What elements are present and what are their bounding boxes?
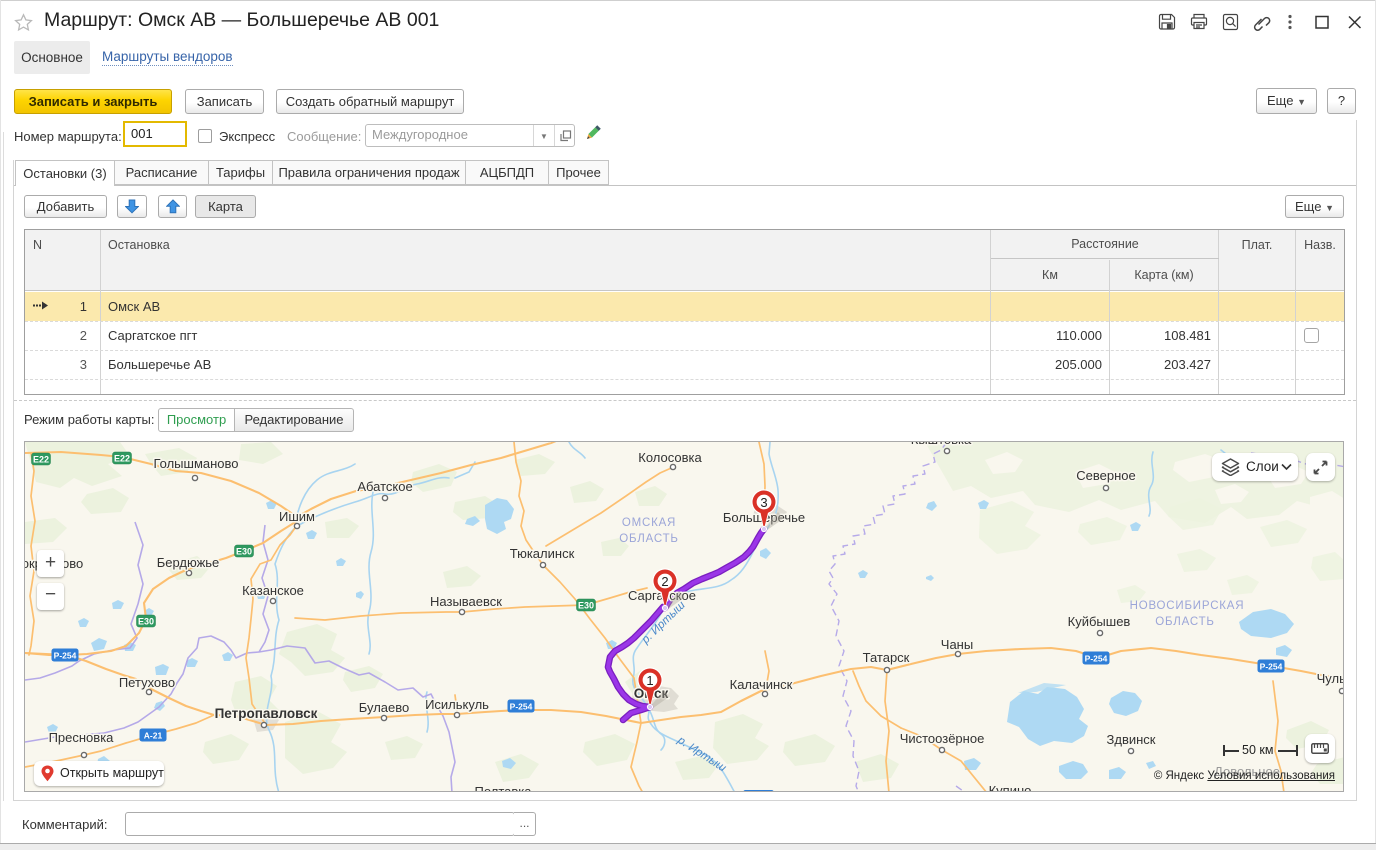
svg-text:ОБЛАСТЬ: ОБЛАСТЬ xyxy=(619,533,679,545)
svg-text:Р-254: Р-254 xyxy=(54,651,77,661)
svg-text:Полтавка: Полтавка xyxy=(474,784,532,792)
svg-text:Р-254: Р-254 xyxy=(1260,662,1283,672)
svg-text:E22: E22 xyxy=(114,454,130,464)
svg-text:Калачинск: Калачинск xyxy=(730,677,793,692)
svg-text:ОБЛАСТЬ: ОБЛАСТЬ xyxy=(1155,616,1215,628)
svg-text:Булаево: Булаево xyxy=(359,700,410,715)
svg-text:2: 2 xyxy=(661,574,668,589)
svg-text:Северное: Северное xyxy=(1076,468,1135,483)
svg-text:Чулым: Чулым xyxy=(1317,671,1344,686)
svg-text:А-21: А-21 xyxy=(144,731,163,741)
svg-text:Здвинск: Здвинск xyxy=(1107,732,1156,747)
svg-text:Абатское: Абатское xyxy=(357,479,412,494)
svg-text:Голышманово: Голышманово xyxy=(153,456,238,471)
svg-text:1: 1 xyxy=(646,673,653,688)
svg-text:Купино: Купино xyxy=(989,783,1032,792)
svg-text:Называевск: Называевск xyxy=(430,594,502,609)
svg-text:E30: E30 xyxy=(236,547,252,557)
svg-text:ОМСКАЯ: ОМСКАЯ xyxy=(622,517,676,529)
svg-text:Р-254: Р-254 xyxy=(510,702,533,712)
svg-text:Кыштовка: Кыштовка xyxy=(911,442,972,447)
svg-text:Казанское: Казанское xyxy=(242,583,304,598)
svg-text:Тюкалинск: Тюкалинск xyxy=(510,546,575,561)
svg-text:Исилькуль: Исилькуль xyxy=(425,697,489,712)
svg-text:E30: E30 xyxy=(578,601,594,611)
svg-text:Чаны: Чаны xyxy=(941,637,973,652)
svg-text:Колосовка: Колосовка xyxy=(638,450,702,465)
svg-text:E30: E30 xyxy=(138,617,154,627)
svg-text:Петропавловск: Петропавловск xyxy=(215,706,318,721)
svg-text:E22: E22 xyxy=(33,455,49,465)
svg-text:Петухово: Петухово xyxy=(119,675,175,690)
svg-text:Пресновка: Пресновка xyxy=(49,730,115,745)
svg-text:Чистоозёрное: Чистоозёрное xyxy=(900,731,985,746)
svg-text:НОВОСИБИРСКАЯ: НОВОСИБИРСКАЯ xyxy=(1130,600,1245,612)
svg-text:3: 3 xyxy=(760,495,767,510)
svg-text:Ишим: Ишим xyxy=(279,509,315,524)
svg-text:Бердюжье: Бердюжье xyxy=(157,555,220,570)
svg-text:Татарск: Татарск xyxy=(863,650,910,665)
svg-text:Куйбышев: Куйбышев xyxy=(1068,614,1131,629)
svg-text:Р-254: Р-254 xyxy=(1085,654,1108,664)
